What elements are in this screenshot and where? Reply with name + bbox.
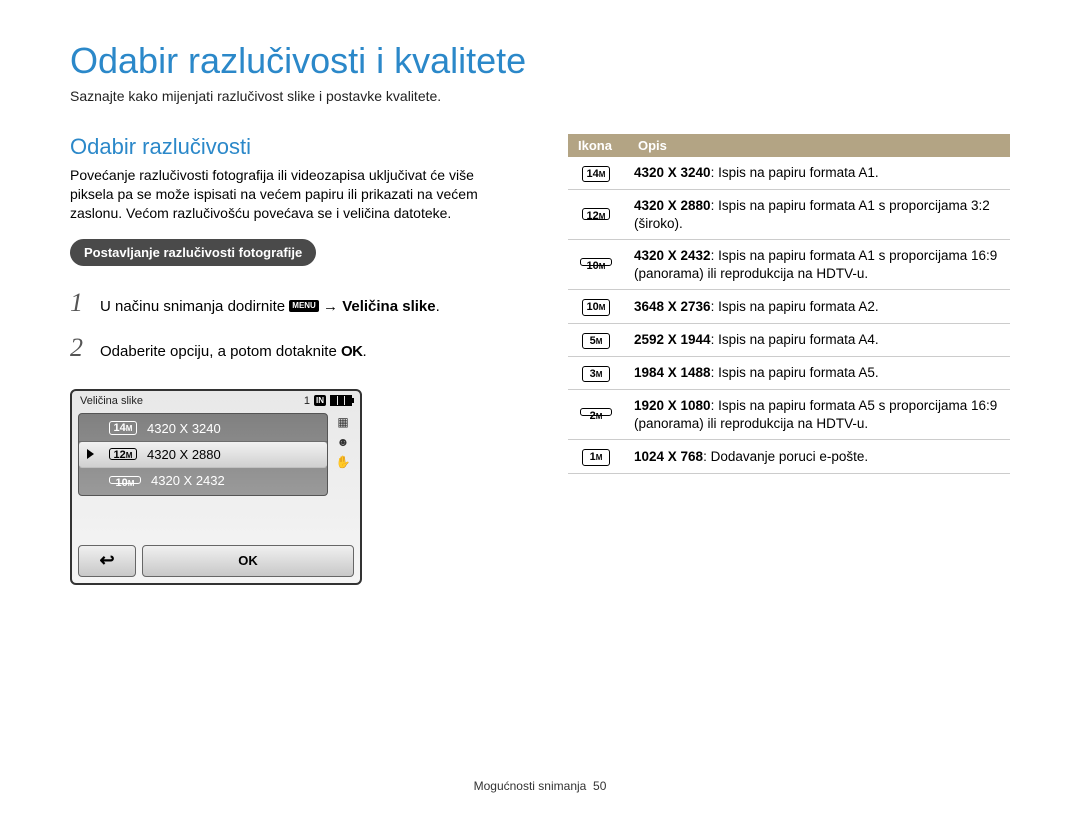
resolution-badge: 10M: [109, 476, 141, 484]
camera-status: 1 IN: [304, 395, 352, 407]
menu-icon: MENU: [289, 300, 319, 312]
table-desc-cell: 1984 X 1488: Ispis na papiru formata A5.: [628, 357, 1010, 390]
table-icon-cell: 1M: [568, 440, 628, 473]
step-1-bold: Veličina slike: [342, 298, 435, 315]
camera-list-row[interactable]: 12M 4320 X 2880: [79, 442, 327, 468]
footer-label: Mogućnosti snimanja: [474, 779, 587, 793]
resolution-badge: 3M: [582, 366, 610, 382]
table-row: 12M 4320 X 2880: Ispis na papiru formata …: [568, 190, 1010, 240]
table-icon-cell: 10M: [568, 240, 628, 290]
step-2: 2 Odaberite opciju, a potom dotaknite OK…: [70, 327, 520, 369]
body-text: Povećanje razlučivosti fotografija ili v…: [70, 166, 520, 223]
resolution-badge: 12M: [109, 448, 137, 460]
table-row: 5M 2592 X 1944: Ispis na papiru formata A…: [568, 323, 1010, 356]
step-1-text: U načinu snimanja dodirnite MENU → Velič…: [100, 295, 520, 319]
ok-icon: OK: [341, 343, 363, 360]
step-2-number: 2: [70, 327, 90, 369]
table-icon-cell: 5M: [568, 323, 628, 356]
table-desc-cell: 4320 X 3240: Ispis na papiru formata A1.: [628, 157, 1010, 190]
camera-row-text: 4320 X 2432: [151, 473, 225, 488]
step-1-number: 1: [70, 282, 90, 324]
table-desc-cell: 4320 X 2880: Ispis na papiru formata A1 …: [628, 190, 1010, 240]
camera-icon: ▦: [337, 415, 348, 429]
step-1-text-a: U načinu snimanja dodirnite: [100, 298, 289, 315]
table-icon-cell: 14M: [568, 157, 628, 190]
camera-title: Veličina slike: [80, 395, 143, 407]
resolution-badge: 10M: [582, 299, 610, 315]
resolution-badge: 14M: [109, 421, 137, 435]
pill-label: Postavljanje razlučivosti fotografije: [70, 239, 316, 266]
resolution-badge: 10M: [580, 258, 612, 266]
triangle-icon: [87, 449, 94, 459]
footer: Mogućnosti snimanja 50: [0, 779, 1080, 793]
steps: 1 U načinu snimanja dodirnite MENU → Vel…: [70, 282, 520, 369]
table-desc-cell: 4320 X 2432: Ispis na papiru formata A1 …: [628, 240, 1010, 290]
back-button[interactable]: ↩: [78, 545, 136, 577]
page-subtitle: Saznajte kako mijenjati razlučivost slik…: [70, 88, 1010, 104]
camera-list-row[interactable]: 10M 4320 X 2432: [79, 468, 327, 493]
resolution-badge: 2M: [580, 408, 612, 416]
table-row: 14M 4320 X 3240: Ispis na papiru formata …: [568, 157, 1010, 190]
left-column: Odabir razlučivosti Povećanje razlučivos…: [70, 134, 520, 585]
table-row: 3M 1984 X 1488: Ispis na papiru formata A…: [568, 357, 1010, 390]
resolution-table: Ikona Opis 14M 4320 X 3240: Ispis na papi…: [568, 134, 1010, 474]
camera-body: 14M 4320 X 3240 12M 4320 X 2880 10M 4320 X 24…: [72, 409, 360, 500]
table-icon-cell: 3M: [568, 357, 628, 390]
face-icon: ☻: [337, 435, 350, 449]
section-heading: Odabir razlučivosti: [70, 134, 520, 160]
table-header-desc: Opis: [628, 134, 1010, 157]
right-column: Ikona Opis 14M 4320 X 3240: Ispis na papi…: [568, 134, 1010, 585]
resolution-badge: 12M: [582, 208, 610, 220]
columns: Odabir razlučivosti Povećanje razlučivos…: [70, 134, 1010, 585]
camera-list-row[interactable]: 14M 4320 X 3240: [79, 416, 327, 442]
hand-icon: ✋: [336, 455, 351, 469]
camera-list[interactable]: 14M 4320 X 3240 12M 4320 X 2880 10M 4320 X 24…: [78, 413, 328, 496]
table-desc-cell: 3648 X 2736: Ispis na papiru formata A2.: [628, 290, 1010, 323]
table-desc-cell: 1920 X 1080: Ispis na papiru formata A5 …: [628, 390, 1010, 440]
step-2-text-a: Odaberite opciju, a potom dotaknite: [100, 343, 341, 360]
in-icon: IN: [314, 395, 326, 406]
footer-page: 50: [593, 779, 606, 793]
table-row: 10M 4320 X 2432: Ispis na papiru formata …: [568, 240, 1010, 290]
resolution-badge: 5M: [582, 333, 610, 349]
table-icon-cell: 12M: [568, 190, 628, 240]
camera-screen: Veličina slike 1 IN 14M 4320 X 3240 12M 432…: [70, 389, 362, 585]
ok-button[interactable]: OK: [142, 545, 354, 577]
camera-topbar: Veličina slike 1 IN: [72, 391, 360, 409]
table-desc-cell: 2592 X 1944: Ispis na papiru formata A4.: [628, 323, 1010, 356]
page: Odabir razlučivosti i kvalitete Saznajte…: [0, 0, 1080, 815]
step-2-text: Odaberite opciju, a potom dotaknite OK.: [100, 340, 520, 364]
table-desc-cell: 1024 X 768: Dodavanje poruci e-pošte.: [628, 440, 1010, 473]
step-1: 1 U načinu snimanja dodirnite MENU → Vel…: [70, 282, 520, 324]
table-row: 2M 1920 X 1080: Ispis na papiru formata A…: [568, 390, 1010, 440]
camera-row-text: 4320 X 2880: [147, 447, 221, 462]
battery-icon: [330, 395, 352, 406]
table-row: 10M 3648 X 2736: Ispis na papiru formata …: [568, 290, 1010, 323]
resolution-badge: 1M: [582, 449, 610, 465]
step-1-arrow: →: [319, 298, 342, 315]
table-icon-cell: 10M: [568, 290, 628, 323]
step-2-dot: .: [362, 343, 366, 360]
table-row: 1M 1024 X 768: Dodavanje poruci e-pošte.: [568, 440, 1010, 473]
camera-bottom: ↩ OK: [78, 545, 354, 577]
step-1-dot: .: [436, 298, 440, 315]
table-icon-cell: 2M: [568, 390, 628, 440]
camera-side-icons: ▦ ☻ ✋: [332, 413, 354, 496]
page-title: Odabir razlučivosti i kvalitete: [70, 40, 1010, 82]
resolution-badge: 14M: [582, 166, 610, 182]
camera-counter: 1: [304, 395, 310, 407]
camera-row-text: 4320 X 3240: [147, 421, 221, 436]
table-header-icon: Ikona: [568, 134, 628, 157]
